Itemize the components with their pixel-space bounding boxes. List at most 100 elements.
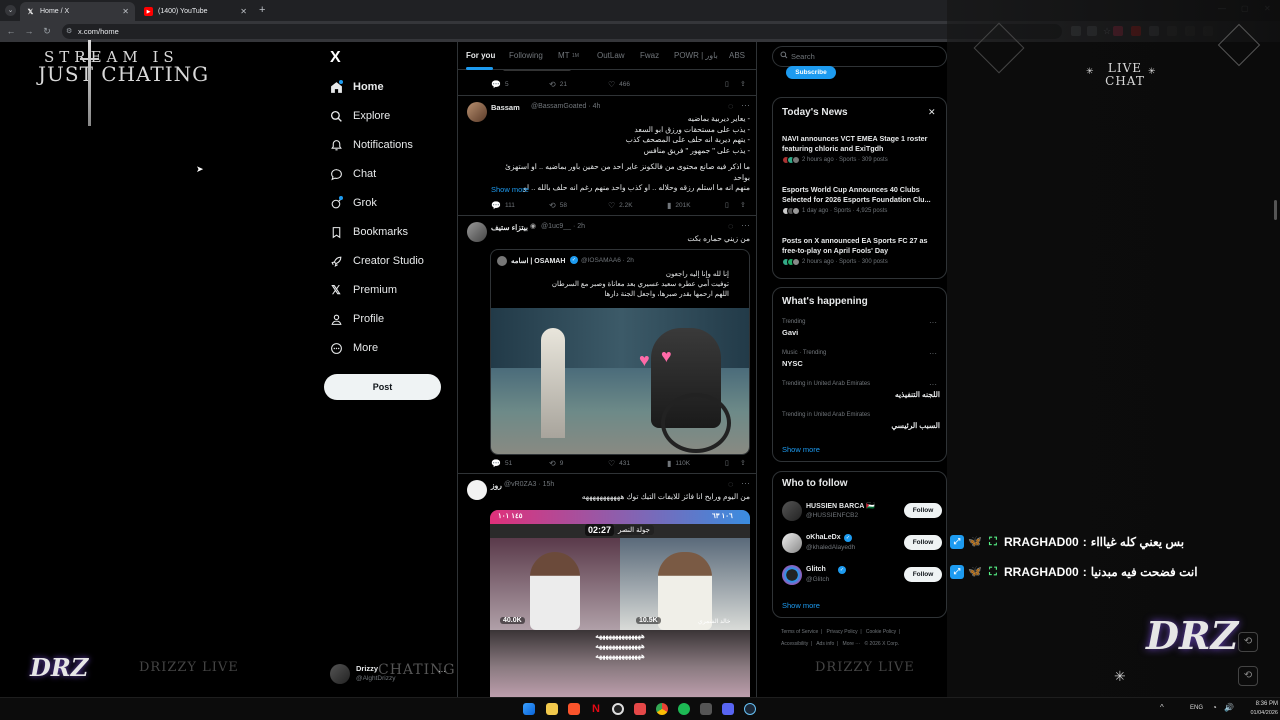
app-icon[interactable] [634,703,646,715]
trend-item[interactable]: Trending in United Arab Emirates اللجنه ا… [782,381,942,399]
follow-suggestion[interactable]: oKhaLeDx ✓ @khaledAlayedh Follow [782,531,942,555]
clock-date[interactable]: 01/04/2026 [1236,710,1278,716]
chrome-icon[interactable] [656,703,668,715]
quote-tweet[interactable]: اسامه | OSAMAH ✓ @IOSAMAA6 · 2h إنا لله … [490,249,750,455]
footer-link[interactable]: Cookie Policy [866,629,896,635]
like-button[interactable]: ♡ 431 [608,459,630,468]
brave-icon[interactable] [568,703,580,715]
grok-icon[interactable]: ◌ [728,101,733,111]
discord-icon[interactable] [722,703,734,715]
file-explorer-icon[interactable] [546,703,558,715]
x-logo-icon[interactable]: X [330,49,341,67]
post-button[interactable]: Post [324,374,441,400]
obs-icon[interactable] [612,703,624,715]
nav-profile[interactable]: Profile [329,309,384,329]
trend-item[interactable]: Trending Gavi [782,319,942,337]
footer-link[interactable]: Terms of Service [781,629,818,635]
tab-fwaz[interactable]: Fwaz [640,51,659,60]
trend-item[interactable]: Trending in United Arab Emirates السبب ال… [782,412,942,430]
reply-button[interactable]: 💬 5 [491,80,509,89]
reload-icon[interactable]: ↻ [41,25,53,37]
like-button[interactable]: ♡ 2.2K [608,201,633,210]
follow-suggestion[interactable]: Glitch ✓ @Glitch Follow [782,563,942,587]
news-item[interactable]: NAVI announces VCT EMEA Stage 1 roster f… [782,134,942,164]
bookmark-button[interactable]: ▯ [725,459,729,467]
new-tab-button[interactable]: + [259,4,265,16]
more-icon[interactable]: ··· [929,349,937,358]
repost-button[interactable]: ⟲ 58 [549,201,567,210]
tweet-author-name[interactable]: بيتزاء ستيف [491,223,528,232]
nav-home[interactable]: Home [329,77,384,97]
nav-notifications[interactable]: Notifications [329,135,413,155]
tab-for-you[interactable]: For you [466,51,495,60]
language-indicator[interactable]: ENG [1190,705,1203,711]
nav-more[interactable]: More [329,338,378,358]
tab-following[interactable]: Following [509,51,543,60]
views-button[interactable]: ▮ 201K [667,201,691,210]
tab-home-x[interactable]: 𝕏 Home / X ✕ [20,2,135,21]
nav-chat[interactable]: Chat [329,164,376,184]
record-button[interactable]: ⟲ [1238,632,1258,652]
share-button[interactable]: ⇪ [740,80,746,88]
site-info-icon[interactable]: ⚙ [66,27,75,36]
follow-suggestion[interactable]: HUSSIEN BARCA 🇵🇸 @HUSSIENFCB2 Follow [782,499,942,523]
news-item[interactable]: Posts on X announced EA Sports FC 27 as … [782,236,942,266]
netflix-icon[interactable]: N [590,703,602,715]
tweet[interactable]: Bassam @BassamGoated · 4h ◌ ··· - يعاير … [458,96,756,216]
show-more-link[interactable]: Show more [491,185,529,194]
tab-outlaw[interactable]: OutLaw [597,51,625,60]
account-switcher[interactable]: Drizzy @AlghtDrizzy CHATING ··· [330,662,455,686]
tweet[interactable]: روز @vR0ZA3 · 15h ◌ ··· من اليوم ورايح ا… [458,474,756,697]
footer-link[interactable]: Ads info [816,641,834,647]
tab-mt[interactable]: MT [558,51,570,60]
close-icon[interactable]: ✕ [240,7,247,16]
windows-start-icon[interactable] [523,703,535,715]
steam-icon[interactable] [744,703,756,715]
nav-bookmarks[interactable]: Bookmarks [329,222,408,242]
quote-image[interactable]: ♥ ♥ [491,308,749,454]
tweet-author-handle[interactable]: @BassamGoated · 4h [531,103,600,110]
subscribe-button[interactable]: Subscribe [786,66,836,79]
grok-icon[interactable]: ◌ [728,479,733,489]
search-input[interactable]: Search [772,46,947,67]
app-icon[interactable] [700,703,712,715]
nav-premium[interactable]: 𝕏 Premium [329,280,397,300]
tab-search-icon[interactable]: ⌄ [5,5,16,16]
bookmark-button[interactable]: ▯ [725,80,729,88]
more-icon[interactable]: ··· [741,100,750,110]
nav-explore[interactable]: Explore [329,106,390,126]
tab-abs[interactable]: ABS [729,51,745,60]
footer-link[interactable]: Accessibility [781,641,808,647]
trend-item[interactable]: Music · Trending NYSC [782,350,942,368]
reply-button[interactable]: 💬 51 [491,459,512,468]
nav-creator-studio[interactable]: Creator Studio [329,251,424,271]
bookmark-button[interactable]: ▯ [725,201,729,209]
tray-chevron-icon[interactable]: ^ [1160,703,1164,712]
more-icon[interactable]: ··· [741,220,750,230]
views-button[interactable]: ▮ 110K [667,459,690,468]
repost-button[interactable]: ⟲ 9 [549,459,563,468]
more-icon[interactable]: ··· [929,380,937,389]
follow-button[interactable]: Follow [904,567,942,582]
tweet-author-handle[interactable]: @vR0ZA3 · 15h [504,481,554,488]
grok-icon[interactable]: ◌ [728,221,733,231]
tweet-author-handle[interactable]: @1uc9__ · 2h [541,223,585,230]
like-button[interactable]: ♡ 466 [608,80,630,89]
tweet-video[interactable]: ١٤٥ ١٠١ ١٠٦ ٦٣ 02:27 جولة النصر 40.0K 10… [490,510,750,697]
scrollbar-thumb[interactable] [1274,200,1277,220]
url-input[interactable]: x.com/home [62,24,1062,39]
share-button[interactable]: ⇪ [740,459,746,467]
follow-button[interactable]: Follow [904,503,942,518]
spotify-icon[interactable] [678,703,690,715]
footer-link[interactable]: Privacy Policy [826,629,857,635]
back-icon[interactable]: ← [5,25,17,37]
tweet[interactable]: بيتزاء ستيف ◉ @1uc9__ · 2h ◌ ··· من زيني… [458,216,756,474]
forward-icon[interactable]: → [23,25,35,37]
wifi-icon[interactable]: ◔ [1212,703,1217,712]
clock-time[interactable]: 8:36 PM [1240,701,1278,707]
reply-button[interactable]: 💬 111 [491,201,515,210]
tweet[interactable]: 💬 5 ⟲ 21 ♡ 466 ▯ ⇪ [458,66,756,96]
close-icon[interactable]: ✕ [122,7,129,16]
tweet-author-name[interactable]: Bassam [491,103,520,112]
more-icon[interactable]: ··· [741,478,750,488]
